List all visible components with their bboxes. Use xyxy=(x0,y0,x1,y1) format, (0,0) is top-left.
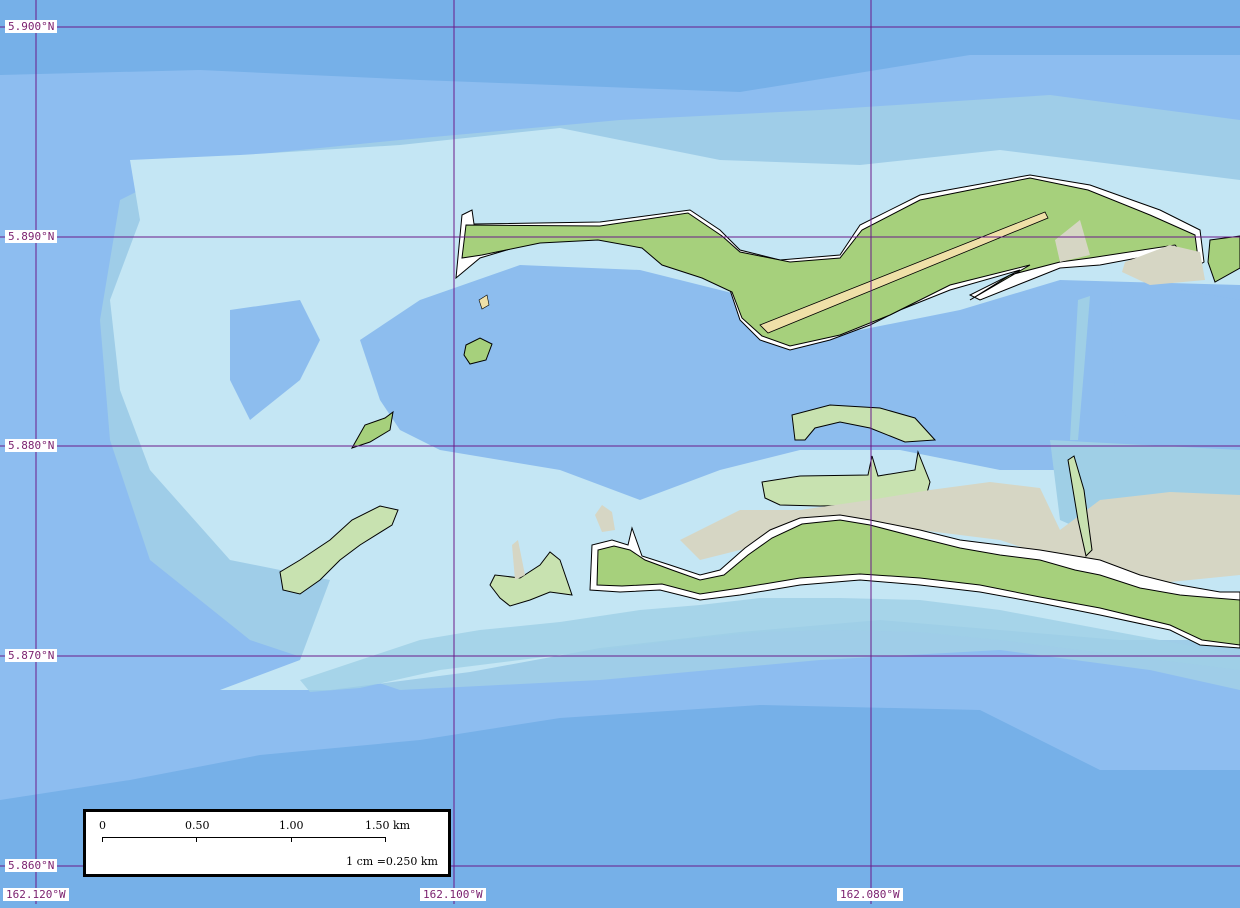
lon-label-162080: 162.080°W xyxy=(837,888,903,901)
lat-label-5890: 5.890°N xyxy=(5,230,58,243)
lat-label-5900: 5.900°N xyxy=(5,20,58,33)
scale-bar: 0 0.50 1.00 1.50 km 1 cm =0.250 km xyxy=(83,809,451,877)
lat-label-5870: 5.870°N xyxy=(5,649,58,662)
lat-label-5860: 5.860°N xyxy=(5,859,58,872)
scale-bar-line xyxy=(102,837,385,838)
map-canvas[interactable] xyxy=(0,0,1240,904)
scale-tick-label-150: 1.50 km xyxy=(365,819,411,832)
scale-tick-label-0: 0 xyxy=(99,819,106,832)
lat-label-5880: 5.880°N xyxy=(5,439,58,452)
lon-label-162100: 162.100°W xyxy=(420,888,486,901)
lon-label-162120: 162.120°W xyxy=(3,888,69,901)
scale-tick-mark xyxy=(385,837,386,842)
scale-tick-label-050: 0.50 xyxy=(185,819,210,832)
scale-tick-mark xyxy=(102,837,103,842)
scale-tick-mark xyxy=(196,837,197,842)
scale-tick-label-100: 1.00 xyxy=(279,819,304,832)
map-svg xyxy=(0,0,1240,904)
scale-tick-mark xyxy=(291,837,292,842)
scale-ratio: 1 cm =0.250 km xyxy=(346,855,438,868)
